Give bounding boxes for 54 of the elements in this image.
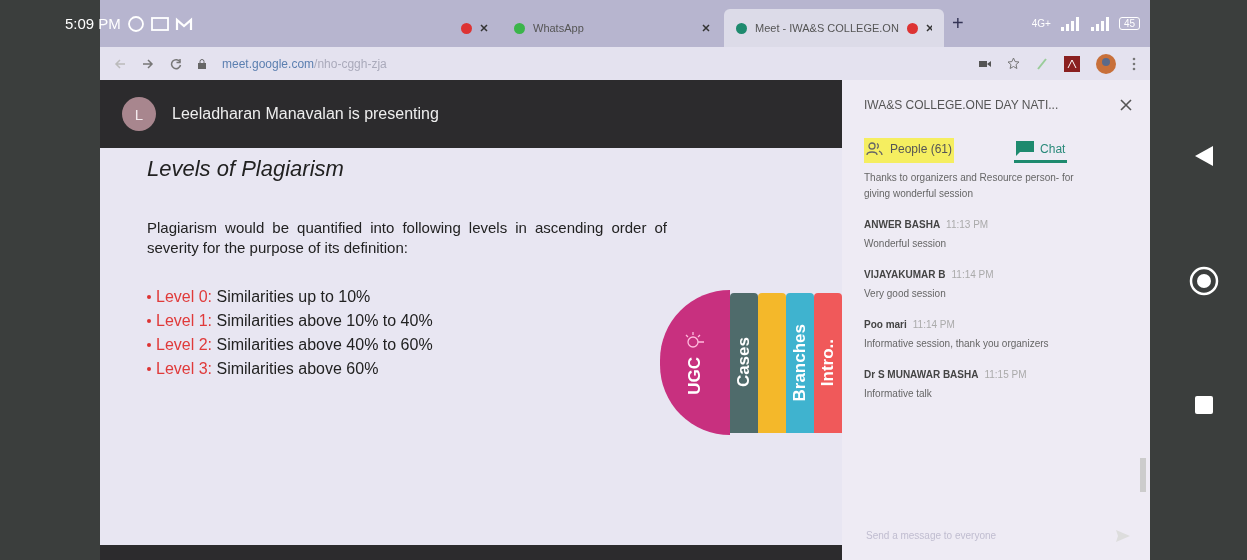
people-icon bbox=[866, 141, 884, 156]
close-icon[interactable] bbox=[480, 24, 488, 32]
menu-icon[interactable] bbox=[1132, 56, 1136, 71]
recording-icon bbox=[906, 22, 918, 34]
url-field[interactable]: meet.google.com/nho-cggh-zja bbox=[222, 56, 387, 71]
chat-icon bbox=[1016, 141, 1035, 156]
message-text: Informative session, thank you organizers bbox=[864, 337, 1050, 351]
browser-tab[interactable]: WhatsApp bbox=[502, 9, 722, 47]
close-icon[interactable] bbox=[925, 24, 932, 32]
close-button[interactable] bbox=[1120, 99, 1132, 111]
star-icon[interactable] bbox=[1007, 57, 1020, 70]
message-text: Wonderful session bbox=[864, 237, 948, 251]
message-text: Very good session bbox=[864, 287, 947, 301]
presenting-text: Leeladharan Manavalan is presenting bbox=[172, 105, 439, 123]
profile-avatar-icon[interactable] bbox=[1096, 53, 1116, 74]
battery-text: 45 bbox=[1118, 17, 1140, 30]
presenter-avatar: L bbox=[122, 97, 156, 131]
message-text: Thanks to organizers and Resource person- for giving wonderful session bbox=[864, 171, 1075, 201]
recents-button[interactable] bbox=[1194, 396, 1213, 414]
bullet-icon bbox=[147, 295, 151, 299]
favicon-icon bbox=[461, 22, 472, 34]
signal-icon bbox=[1058, 16, 1081, 31]
favicon-icon bbox=[736, 22, 747, 34]
close-icon[interactable] bbox=[702, 24, 710, 32]
message-sender: VIJAYAKUMAR B 11:14 PM bbox=[864, 269, 995, 280]
signal-icon bbox=[1088, 16, 1111, 31]
panel-tab[interactable]: Chat bbox=[1014, 137, 1068, 163]
level-item: Level 1: Similarities above 10% to 40% bbox=[156, 312, 433, 330]
bullet-icon bbox=[147, 343, 151, 347]
message-text: Informative talk bbox=[864, 387, 933, 401]
home-button[interactable] bbox=[1188, 266, 1219, 296]
message-sender: Dr S MUNAWAR BASHA 11:15 PM bbox=[864, 369, 1028, 380]
back-button[interactable] bbox=[1194, 146, 1213, 166]
bullet-icon bbox=[147, 367, 151, 371]
slide-paragraph: Plagiarism would be quantified into following levels in ascending order of severity for the purpose of its definition: bbox=[147, 218, 667, 258]
scrollbar[interactable] bbox=[1140, 458, 1146, 492]
favicon-icon bbox=[514, 22, 525, 34]
new-tab-button[interactable]: + bbox=[952, 12, 964, 35]
forward-icon[interactable] bbox=[142, 57, 154, 70]
network-text: 4G+ bbox=[1031, 18, 1051, 29]
pdf-icon[interactable] bbox=[1064, 55, 1080, 72]
panel-tab[interactable]: People (61) bbox=[864, 137, 955, 163]
reload-icon[interactable] bbox=[170, 57, 182, 70]
bullet-icon bbox=[147, 319, 151, 323]
message-sender: ANWER BASHA 11:13 PM bbox=[864, 219, 990, 230]
slide-title: Levels of Plagiarism bbox=[147, 156, 345, 182]
camera-icon[interactable] bbox=[979, 59, 991, 68]
message-sender: Poo mari 11:14 PM bbox=[864, 319, 956, 330]
level-item: Level 3: Similarities above 60% bbox=[156, 360, 379, 378]
level-item: Level 2: Similarities above 40% to 60% bbox=[156, 336, 433, 354]
lock-icon bbox=[198, 58, 206, 69]
level-item: Level 0: Similarities up to 10% bbox=[156, 288, 371, 306]
meeting-title: IWA&S COLLEGE.ONE DAY NATI... bbox=[864, 98, 1060, 112]
browser-tab[interactable]: Meet - IWA&S COLLEGE.ON bbox=[724, 9, 944, 47]
